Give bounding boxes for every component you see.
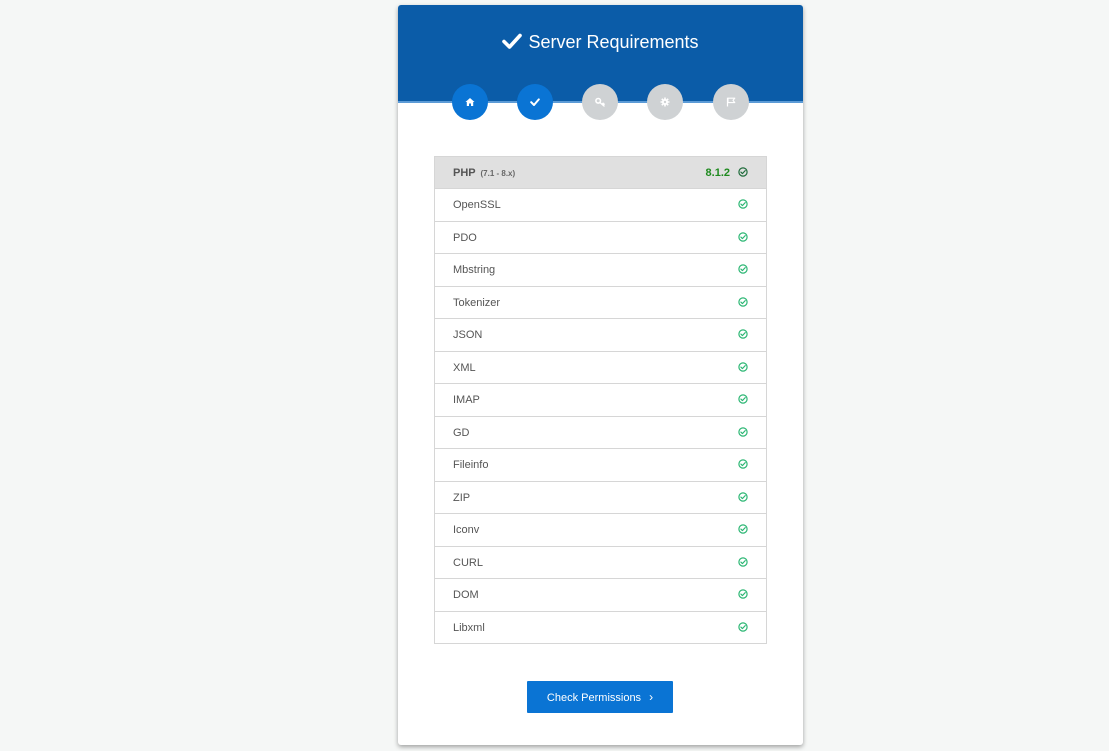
- check-circle-icon: [738, 491, 748, 502]
- php-version-row: PHP (7.1 - 8.x) 8.1.2: [435, 157, 766, 189]
- check-circle-icon: [738, 394, 748, 404]
- requirements-table: PHP (7.1 - 8.x) 8.1.2 OpenSSL PDO Mbstri…: [434, 156, 767, 644]
- check-permissions-button[interactable]: Check Permissions ›: [527, 681, 673, 713]
- step-settings[interactable]: [647, 84, 683, 120]
- requirement-row: DOM: [435, 579, 766, 612]
- requirement-row: GD: [435, 416, 766, 449]
- check-circle-icon: [738, 199, 748, 209]
- requirement-name: JSON: [453, 329, 483, 341]
- check-circle-icon: [738, 167, 748, 177]
- key-icon: [595, 97, 605, 107]
- requirement-name: CURL: [453, 556, 483, 569]
- requirement-name: GD: [453, 426, 470, 439]
- check-circle-icon: [738, 556, 748, 567]
- requirement-row: Libxml: [435, 611, 766, 644]
- check-circle-icon: [738, 231, 748, 242]
- check-circle-icon: [738, 329, 748, 339]
- requirement-row: IMAP: [435, 384, 766, 417]
- wizard-steps: [398, 84, 803, 120]
- gear-icon: [660, 97, 670, 107]
- requirement-row: Tokenizer: [435, 286, 766, 319]
- check-circle-icon: [738, 524, 748, 534]
- step-permissions[interactable]: [582, 84, 618, 120]
- php-label: PHP (7.1 - 8.x): [453, 167, 515, 179]
- requirement-name: IMAP: [453, 394, 480, 406]
- check-circle-icon: [738, 296, 748, 307]
- php-version-range: (7.1 - 8.x): [480, 169, 516, 178]
- check-circle-icon: [738, 589, 748, 599]
- requirement-name: DOM: [453, 589, 479, 601]
- requirement-name: Fileinfo: [453, 459, 489, 471]
- step-requirements[interactable]: [517, 84, 553, 120]
- requirement-row: Fileinfo: [435, 449, 766, 482]
- check-circle-icon: [738, 459, 748, 469]
- requirement-row: Mbstring: [435, 254, 766, 287]
- chevron-right-icon: ›: [649, 690, 654, 704]
- requirement-name: Libxml: [453, 621, 485, 634]
- step-home[interactable]: [452, 84, 488, 120]
- requirement-row: XML: [435, 351, 766, 384]
- php-current-version: 8.1.2: [705, 167, 730, 179]
- page-title: Server Requirements: [398, 31, 803, 53]
- check-circle-icon: [738, 426, 748, 437]
- requirement-name: Iconv: [453, 524, 480, 536]
- home-icon: [465, 97, 475, 107]
- check-circle-icon: [738, 264, 748, 274]
- requirement-row: CURL: [435, 546, 766, 579]
- step-finish[interactable]: [713, 84, 749, 120]
- requirement-name: XML: [453, 361, 476, 374]
- requirement-row: ZIP: [435, 481, 766, 514]
- php-label-text: PHP: [453, 167, 476, 179]
- requirement-row: OpenSSL: [435, 189, 766, 222]
- requirement-name: PDO: [453, 231, 477, 244]
- installer-card: Server Requirements PHP (7.1 - 8.x) 8.1.…: [398, 5, 803, 745]
- requirement-row: JSON: [435, 319, 766, 352]
- requirement-name: Mbstring: [453, 264, 496, 276]
- check-circle-icon: [738, 621, 748, 632]
- check-icon: [502, 32, 523, 50]
- requirement-name: OpenSSL: [453, 199, 501, 211]
- check-icon: [530, 97, 540, 107]
- check-permissions-label: Check Permissions: [546, 692, 642, 704]
- requirement-name: Tokenizer: [453, 296, 501, 309]
- page-title-text: Server Requirements: [528, 32, 699, 52]
- requirement-row: PDO: [435, 221, 766, 254]
- check-circle-icon: [738, 361, 748, 372]
- requirement-row: Iconv: [435, 514, 766, 547]
- requirement-name: ZIP: [453, 491, 471, 504]
- flag-icon: [726, 97, 736, 107]
